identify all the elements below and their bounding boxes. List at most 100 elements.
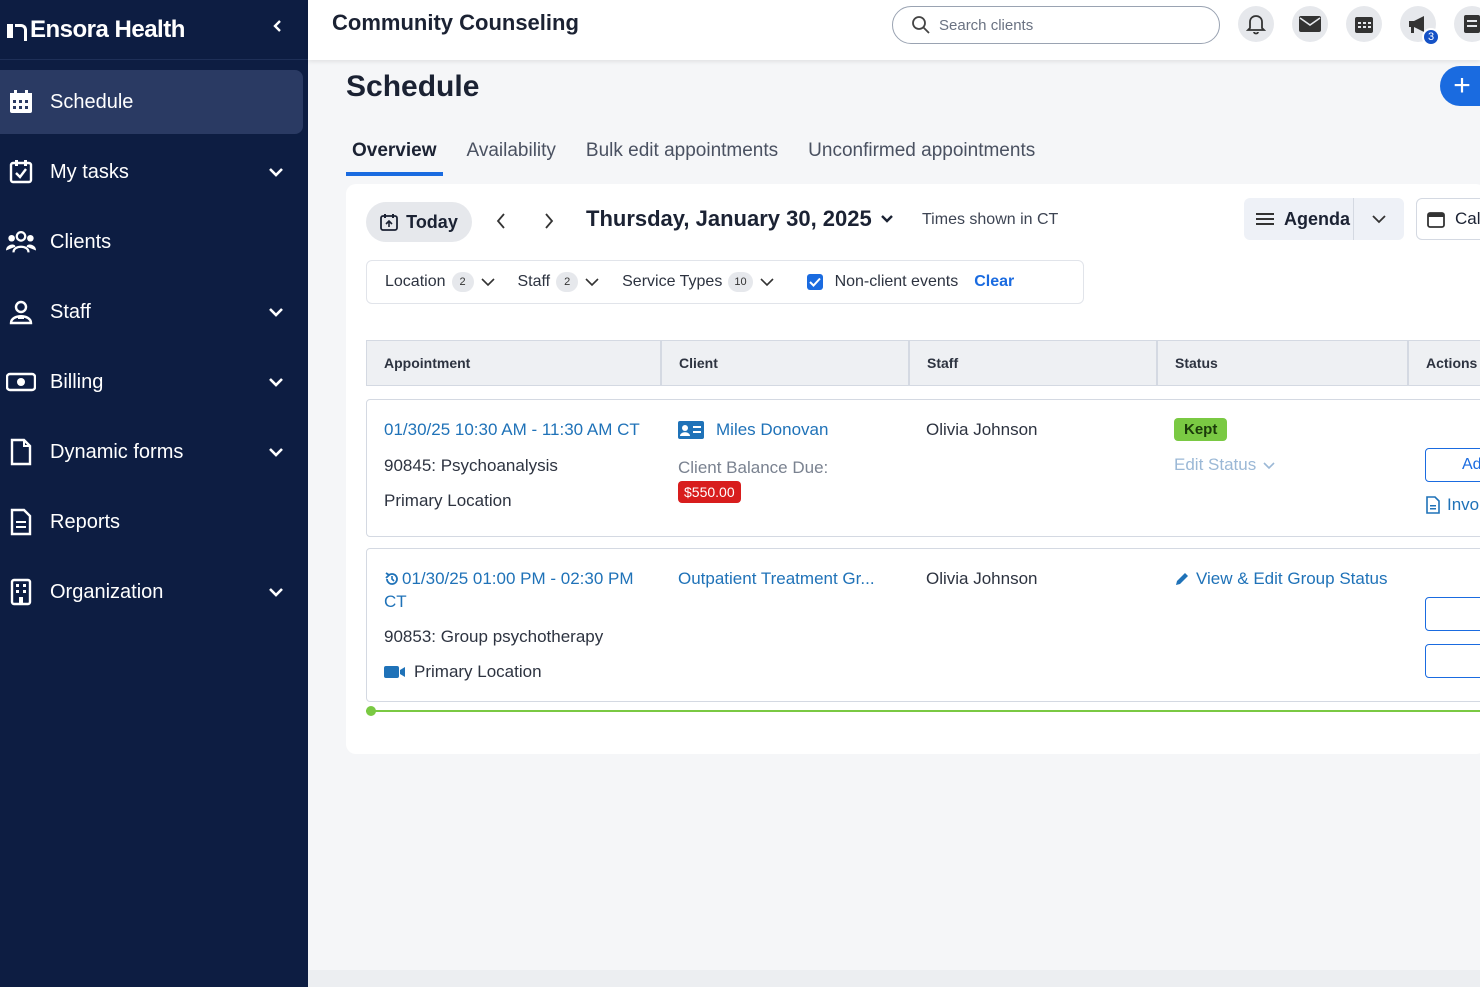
appointment-location: Primary Location bbox=[414, 662, 542, 681]
staff-name: Olivia Johnson bbox=[926, 420, 1038, 439]
sidebar-item-my-tasks[interactable]: My tasks bbox=[0, 140, 308, 204]
service-types-count: 10 bbox=[728, 272, 753, 292]
row-action-button[interactable] bbox=[1425, 597, 1480, 631]
date-picker[interactable]: Thursday, January 30, 2025 bbox=[586, 206, 894, 232]
calendar-today-icon bbox=[380, 214, 399, 231]
tab-unconfirmed[interactable]: Unconfirmed appointments bbox=[802, 136, 1041, 176]
status-cell: Kept bbox=[1174, 418, 1228, 441]
chevron-down-icon[interactable] bbox=[264, 580, 288, 604]
column-header-status[interactable]: Status bbox=[1158, 341, 1409, 385]
main-content: Schedule + Overview Availability Bulk ed… bbox=[308, 60, 1480, 987]
search-icon bbox=[912, 16, 930, 34]
sidebar-item-label: Schedule bbox=[50, 90, 134, 113]
column-header-appointment[interactable]: Appointment bbox=[367, 341, 662, 385]
calendar-icon bbox=[1427, 212, 1445, 228]
sidebar-item-dynamic-forms[interactable]: Dynamic forms bbox=[0, 420, 308, 484]
brand-header: Ensora Health bbox=[0, 0, 308, 60]
non-client-events-checkbox[interactable] bbox=[806, 274, 823, 290]
calendar-button[interactable] bbox=[1346, 6, 1382, 42]
client-name-link[interactable]: Miles Donovan bbox=[716, 420, 828, 440]
filter-bar: Location 2 Staff 2 Service Types 10 Non-… bbox=[366, 260, 1084, 304]
sidebar-item-organization[interactable]: Organization bbox=[0, 560, 308, 624]
calendar-icon bbox=[1355, 17, 1373, 33]
group-status-label: View & Edit Group Status bbox=[1196, 569, 1388, 588]
tab-bulk-edit[interactable]: Bulk edit appointments bbox=[580, 136, 784, 176]
form-icon bbox=[6, 437, 36, 467]
brand-name: Ensora Health bbox=[30, 15, 185, 43]
appointment-location-cell: Primary Location bbox=[384, 662, 542, 682]
sidebar-item-staff[interactable]: Staff bbox=[0, 280, 308, 344]
staff-name: Olivia Johnson bbox=[926, 569, 1038, 588]
chevron-down-icon bbox=[760, 278, 774, 287]
calendar-view-label: Cale bbox=[1455, 209, 1480, 228]
previous-day-button[interactable] bbox=[488, 208, 514, 234]
sidebar-item-reports[interactable]: Reports bbox=[0, 490, 308, 554]
service-types-filter[interactable]: Service Types 10 bbox=[622, 272, 774, 292]
organization-name: Community Counseling bbox=[332, 10, 579, 35]
location-filter[interactable]: Location 2 bbox=[385, 272, 496, 292]
add-note-button[interactable]: Ad bbox=[1425, 448, 1480, 482]
appointment-time-link[interactable]: 01/30/25 10:30 AM - 11:30 AM CT bbox=[384, 420, 640, 440]
table-row[interactable]: 01/30/25 01:00 PM - 02:30 PM CT 90853: G… bbox=[366, 548, 1480, 702]
brand-logo[interactable]: Ensora Health bbox=[6, 16, 185, 44]
client-balance-cell: $550.00 bbox=[678, 481, 741, 503]
client-balance-label: Client Balance Due: bbox=[678, 458, 829, 477]
reports-button[interactable] bbox=[1454, 6, 1480, 42]
sidebar-item-clients[interactable]: Clients bbox=[0, 210, 308, 274]
group-status-link[interactable]: View & Edit Group Status bbox=[1174, 569, 1388, 589]
schedule-card: Today Thursday, January 30, 2025 Times s… bbox=[346, 184, 1480, 754]
edit-status-dropdown[interactable]: Edit Status bbox=[1174, 455, 1276, 475]
current-time-line bbox=[366, 710, 1480, 712]
appointment-time: 01/30/25 01:00 PM - 02:30 PM bbox=[402, 569, 634, 588]
notifications-button[interactable] bbox=[1238, 6, 1274, 42]
document-icon bbox=[1464, 15, 1480, 33]
location-count: 2 bbox=[451, 272, 474, 292]
appointment-time-link[interactable]: 01/30/25 01:00 PM - 02:30 PM bbox=[384, 569, 634, 589]
report-icon bbox=[6, 507, 36, 537]
chevron-down-icon[interactable] bbox=[264, 440, 288, 464]
tab-availability[interactable]: Availability bbox=[461, 136, 562, 176]
status-badge: Kept bbox=[1174, 418, 1228, 441]
group-name-link[interactable]: Outpatient Treatment Gr... bbox=[678, 569, 875, 589]
today-button[interactable]: Today bbox=[366, 202, 472, 242]
staff-filter-label: Staff bbox=[517, 273, 551, 290]
add-note-label: Ad bbox=[1462, 456, 1480, 473]
today-label: Today bbox=[406, 211, 458, 232]
collapse-sidebar-button[interactable] bbox=[266, 14, 290, 38]
messages-button[interactable] bbox=[1292, 6, 1328, 42]
bell-icon bbox=[1246, 15, 1266, 35]
appointment-time-suffix[interactable]: CT bbox=[384, 592, 407, 612]
clear-filters-link[interactable]: Clear bbox=[974, 273, 1014, 291]
staff-filter[interactable]: Staff 2 bbox=[518, 272, 601, 292]
client-balance-amount: $550.00 bbox=[678, 481, 741, 503]
chevron-down-icon[interactable] bbox=[264, 300, 288, 324]
sidebar-item-billing[interactable]: Billing bbox=[0, 350, 308, 414]
appointment-service: 90845: Psychoanalysis bbox=[384, 456, 558, 475]
view-dropdown-toggle[interactable] bbox=[1354, 214, 1404, 224]
next-day-button[interactable] bbox=[536, 208, 562, 234]
tab-overview[interactable]: Overview bbox=[346, 136, 443, 176]
chevron-right-icon bbox=[545, 213, 554, 229]
chevron-down-icon bbox=[1263, 461, 1275, 469]
sidebar-item-schedule[interactable]: Schedule bbox=[0, 70, 303, 134]
search-input[interactable] bbox=[939, 16, 1199, 34]
staff-count: 2 bbox=[556, 272, 579, 292]
agenda-view-button[interactable]: Agenda bbox=[1244, 198, 1354, 240]
client-search[interactable] bbox=[892, 6, 1220, 44]
calendar-icon bbox=[6, 87, 36, 117]
announcements-button[interactable]: 3 bbox=[1400, 6, 1440, 46]
bottom-bar bbox=[308, 970, 1480, 987]
chevron-down-icon[interactable] bbox=[264, 370, 288, 394]
column-header-client[interactable]: Client bbox=[662, 341, 910, 385]
table-row[interactable]: 01/30/25 10:30 AM - 11:30 AM CT 90845: P… bbox=[366, 399, 1480, 537]
add-appointment-button[interactable]: + bbox=[1440, 66, 1480, 106]
calendar-view-button[interactable]: Cale bbox=[1416, 198, 1480, 240]
row-action-button[interactable] bbox=[1425, 644, 1480, 678]
view-selector[interactable]: Agenda bbox=[1244, 198, 1404, 240]
chevron-down-icon bbox=[480, 278, 495, 287]
sidebar: Ensora Health Schedule My tasks Clients bbox=[0, 0, 308, 987]
invoice-link[interactable]: Invo bbox=[1425, 495, 1479, 515]
chevron-down-icon[interactable] bbox=[264, 160, 288, 184]
video-telehealth-icon bbox=[384, 666, 405, 678]
column-header-staff[interactable]: Staff bbox=[910, 341, 1158, 385]
